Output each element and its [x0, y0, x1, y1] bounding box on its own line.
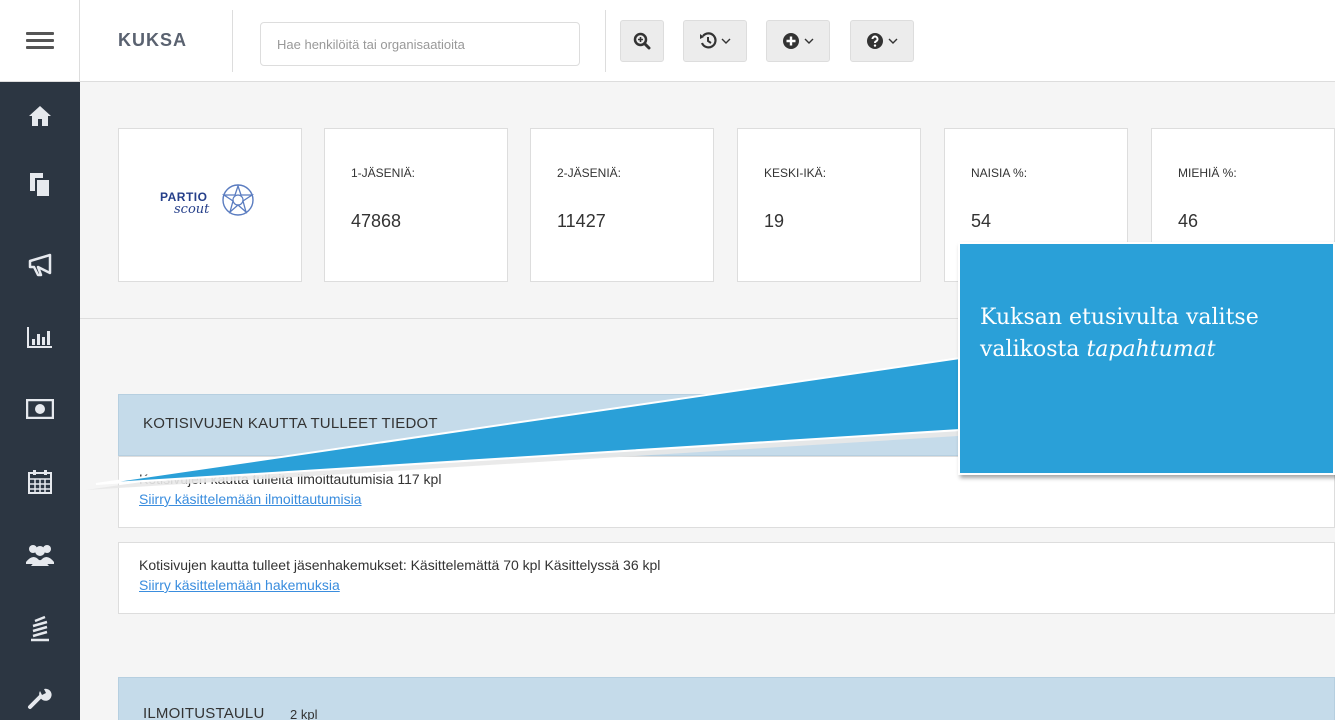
callout-text: Kuksan etusivulta valitse valikosta tapa… [980, 302, 1330, 366]
wrench-icon[interactable] [22, 679, 58, 715]
add-button[interactable] [766, 20, 830, 62]
stat-label: KESKI-IKÄ: [764, 166, 827, 180]
list-item: Kotisivujen kautta tulleet jäsenhakemuks… [118, 542, 1335, 614]
stat-card-average-age: KESKI-IKÄ: 19 [737, 128, 921, 282]
hamburger-icon [25, 32, 54, 49]
panel-title: KOTISIVUJEN KAUTTA TULLEET TIEDOT [143, 415, 438, 432]
help-button[interactable] [850, 20, 914, 62]
header-divider [232, 10, 233, 72]
partio-scout-logo: PARTIO scout [160, 183, 280, 224]
menu-toggle-button[interactable] [0, 0, 80, 82]
callout-text-emphasis: tapahtumat [1086, 337, 1216, 362]
header-divider [605, 10, 606, 72]
zoom-search-button[interactable] [620, 20, 664, 62]
chevron-down-icon [804, 38, 814, 44]
chevron-down-icon [888, 38, 898, 44]
chevron-down-icon [721, 38, 731, 44]
history-button[interactable] [683, 20, 747, 62]
tutorial-callout: Kuksan etusivulta valitse valikosta tapa… [958, 242, 1335, 475]
sidebar [0, 82, 80, 720]
top-bar: KUKSA [80, 0, 1335, 82]
megaphone-icon[interactable] [22, 246, 58, 282]
registrations-text: Kotisivujen kautta tulleita ilmoittautum… [139, 471, 442, 487]
money-icon[interactable] [22, 391, 58, 427]
stat-value: 11427 [557, 211, 606, 231]
app-brand[interactable]: KUKSA [118, 30, 187, 51]
stat-value: 46 [1178, 211, 1199, 231]
stat-value: 47868 [351, 211, 402, 231]
stat-card-members-2: 2-JÄSENIÄ: 11427 [530, 128, 714, 282]
notice-count: 2 kpl [290, 707, 318, 720]
documents-icon[interactable] [22, 167, 58, 203]
applications-text: Kotisivujen kautta tulleet jäsenhakemuks… [139, 557, 661, 573]
applications-link[interactable]: Siirry käsittelemään hakemuksia [139, 577, 340, 593]
people-icon[interactable] [22, 536, 58, 572]
stat-label: MIEHIÄ %: [1178, 166, 1237, 180]
logo-word-scout: scout [174, 202, 210, 217]
stat-value: 54 [971, 211, 992, 231]
stat-label: 2-JÄSENIÄ: [557, 166, 622, 180]
scout-emblem-icon [221, 183, 255, 216]
stat-card-members-1: 1-JÄSENIÄ: 47868 [324, 128, 508, 282]
help-icon [867, 33, 883, 49]
history-icon [700, 32, 717, 49]
panel-title: ILMOITUSTAULU [143, 705, 265, 720]
add-icon [783, 33, 799, 49]
notice-board-header: ILMOITUSTAULU 2 kpl [118, 677, 1335, 720]
education-icon[interactable] [22, 610, 58, 646]
bar-chart-icon[interactable] [22, 319, 58, 355]
stat-label: 1-JÄSENIÄ: [351, 166, 416, 180]
registrations-link[interactable]: Siirry käsittelemään ilmoittautumisia [139, 491, 362, 507]
calendar-icon[interactable] [22, 464, 58, 500]
zoom-search-icon [633, 32, 651, 50]
organization-logo-card: PARTIO scout [118, 128, 302, 282]
home-icon[interactable] [22, 98, 58, 134]
search-input[interactable] [260, 22, 580, 66]
stat-label: NAISIA %: [971, 166, 1028, 180]
stat-value: 19 [764, 211, 785, 231]
